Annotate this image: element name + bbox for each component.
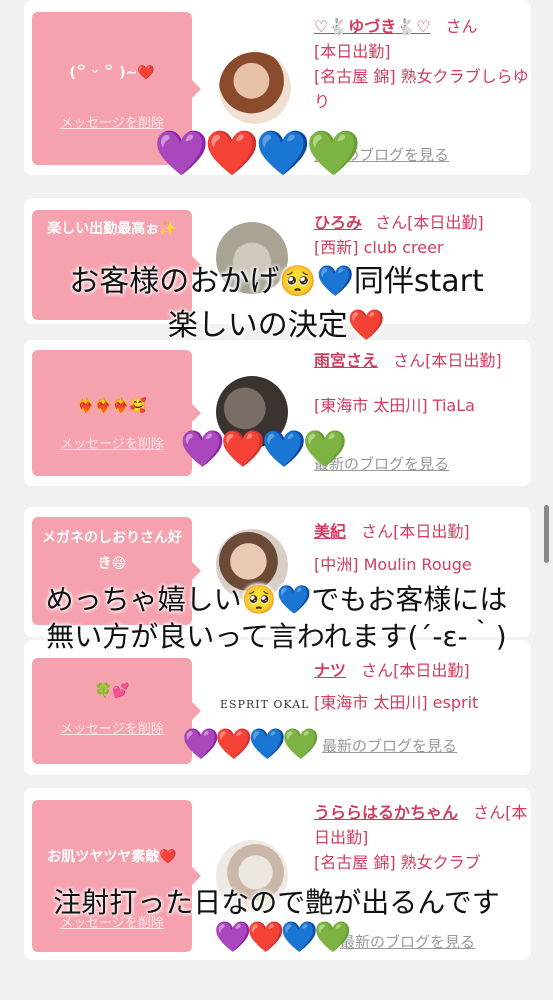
shop-location: [名古屋 錦] 熟女クラブしらゆり bbox=[314, 67, 529, 111]
work-status: [本日出勤] bbox=[393, 522, 470, 541]
work-status: [本日出勤] bbox=[425, 351, 502, 370]
message-bubble: ❤️‍🔥❤️‍🔥❤️‍🔥🥰 メッセージを削除 bbox=[32, 350, 201, 476]
avatar[interactable] bbox=[219, 52, 291, 124]
cast-info: ♡🐇ゆづき🐇♡ さん [本日出勤] [名古屋 錦] 熟女クラブしらゆり bbox=[314, 14, 539, 114]
caption-overlay: お客様のおかげ🥺💙同伴start bbox=[69, 264, 484, 299]
heart-emoji-sticker: 💜❤️💙💚 bbox=[154, 128, 361, 179]
caption-overlay: 楽しいの決定❤️ bbox=[167, 308, 386, 343]
cast-name-link[interactable]: ♡🐇ゆづき🐇♡ bbox=[314, 17, 431, 36]
shop-location: [東海市 太田川] TiaLa bbox=[314, 396, 475, 415]
message-bubble: 🍀💕 メッセージを削除 bbox=[32, 658, 201, 764]
caption-overlay: 無い方が良いって言われます(´-ε-｀) bbox=[46, 620, 507, 653]
message-card: 楽しい出勤最高ぉ✨ ひろみ さん[本日出勤] [西新] club creer bbox=[24, 198, 531, 324]
honorific: さん bbox=[375, 213, 408, 232]
honorific: さん bbox=[361, 661, 394, 680]
message-card: ❤️‍🔥❤️‍🔥❤️‍🔥🥰 メッセージを削除 雨宮さえ さん[本日出勤] [東海… bbox=[24, 340, 531, 486]
honorific: さん bbox=[393, 351, 426, 370]
shop-logo: ESPRIT OKAL bbox=[220, 698, 310, 711]
caption-overlay: めっちゃ嬉しい🥺💙でもお客様には bbox=[45, 583, 508, 616]
cast-name-link[interactable]: ナツ bbox=[314, 661, 346, 680]
cast-name-link[interactable]: 美紀 bbox=[314, 522, 346, 541]
cast-name-link[interactable]: ひろみ bbox=[314, 213, 362, 232]
honorific: さん bbox=[473, 803, 506, 822]
work-status: [本日出勤] bbox=[407, 213, 484, 232]
honorific: さん bbox=[445, 17, 478, 36]
message-card: 🍀💕 メッセージを削除 ESPRIT OKAL ナツ さん[本日出勤] [東海市… bbox=[24, 640, 531, 775]
message-text: 楽しい出勤最高ぉ✨ bbox=[47, 221, 177, 237]
message-bubble: お肌ツヤツヤ素敵❤️ メッセージを削除 bbox=[32, 800, 201, 952]
cast-name-link[interactable]: うららはるかちゃん bbox=[314, 803, 458, 822]
cast-info: ひろみ さん[本日出勤] [西新] club creer bbox=[314, 210, 539, 260]
message-text: ❤️‍🔥❤️‍🔥❤️‍🔥🥰 bbox=[77, 398, 147, 414]
blog-link[interactable]: 最新のブログを見る bbox=[340, 931, 475, 952]
message-text: メガネのしおりさん好き😆 bbox=[42, 530, 182, 572]
message-card: お肌ツヤツヤ素敵❤️ メッセージを削除 うららはるかちゃん さん[本日出勤] [… bbox=[24, 788, 531, 960]
work-status: [本日出勤] bbox=[314, 42, 391, 61]
message-card: (꒪ ᵕ ꒪ )~❤️ メッセージを削除 ♡🐇ゆづき🐇♡ さん [本日出勤] [… bbox=[24, 0, 531, 179]
shop-location: [東海市 太田川] esprit bbox=[314, 693, 479, 712]
heart-emoji-sticker: 💜❤️💙💚 bbox=[180, 429, 347, 470]
shop-location: [西新] club creer bbox=[314, 238, 444, 257]
cast-name-link[interactable]: 雨宮さえ bbox=[314, 351, 378, 370]
cast-info: 雨宮さえ さん[本日出勤] [東海市 太田川] TiaLa bbox=[314, 348, 539, 415]
work-status: [本日出勤] bbox=[393, 661, 470, 680]
shop-location: [名古屋 錦] 熟女クラブ bbox=[314, 853, 481, 872]
caption-overlay: 注射打った日なので艶が出るんです bbox=[53, 886, 500, 919]
message-text: 🍀💕 bbox=[94, 683, 130, 699]
message-text: (꒪ ᵕ ꒪ )~❤️ bbox=[69, 65, 155, 81]
honorific: さん bbox=[361, 522, 394, 541]
heart-emoji-sticker: 💜❤️💙💚 bbox=[214, 920, 351, 955]
message-text: お肌ツヤツヤ素敵❤️ bbox=[47, 849, 177, 865]
cast-info: うららはるかちゃん さん[本日出勤] [名古屋 錦] 熟女クラブ bbox=[314, 800, 539, 875]
scrollbar[interactable] bbox=[544, 505, 549, 563]
delete-message-link[interactable]: メッセージを削除 bbox=[32, 433, 192, 452]
shop-location: [中洲] Moulin Rouge bbox=[314, 555, 472, 574]
cast-info: ナツ さん[本日出勤] [東海市 太田川] esprit bbox=[314, 658, 539, 712]
delete-message-link[interactable]: メッセージを削除 bbox=[32, 718, 192, 737]
cast-info: 美紀 さん[本日出勤] [中洲] Moulin Rouge bbox=[314, 519, 539, 574]
blog-link[interactable]: 最新のブログを見る bbox=[322, 735, 457, 756]
heart-emoji-sticker: 💜❤️💙💚 bbox=[182, 727, 319, 762]
